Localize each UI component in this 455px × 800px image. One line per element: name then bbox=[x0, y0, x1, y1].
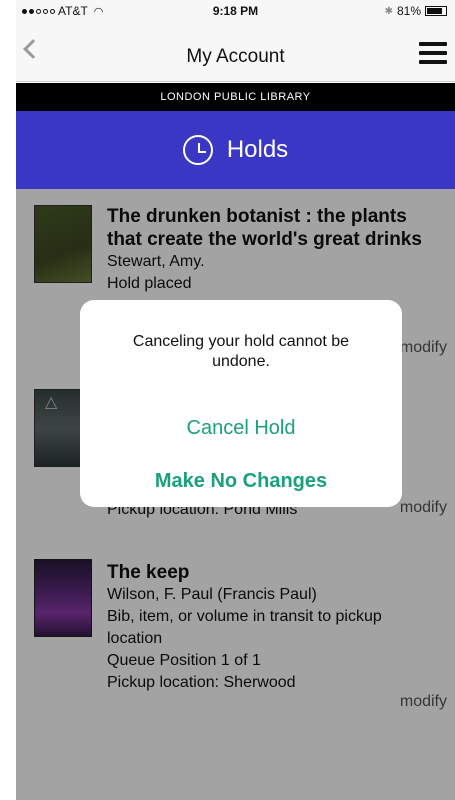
battery-percent: 81% bbox=[396, 4, 421, 18]
page-title: My Account bbox=[186, 46, 285, 67]
status-right: ✱ 81% bbox=[385, 4, 447, 18]
bluetooth-icon: ✱ bbox=[384, 5, 393, 17]
hamburger-menu-icon[interactable] bbox=[419, 42, 447, 64]
alert-message-line: Canceling your hold cannot be bbox=[132, 333, 350, 350]
battery-icon bbox=[425, 6, 447, 16]
alert-message-line: undone. bbox=[212, 353, 270, 370]
battery-fill bbox=[427, 8, 442, 14]
alert-message: Canceling your hold cannot be undone. bbox=[102, 332, 380, 372]
app-screen: AT&T ◠ 9:18 PM ✱ 81% My Account LONDON P… bbox=[16, 0, 455, 800]
status-bar: AT&T ◠ 9:18 PM ✱ 81% bbox=[16, 0, 455, 22]
make-no-changes-button[interactable]: Make No Changes bbox=[80, 461, 402, 501]
section-title: Holds bbox=[226, 136, 289, 163]
clock-icon bbox=[182, 135, 213, 165]
cancel-hold-button[interactable]: Cancel Hold bbox=[80, 408, 402, 448]
navigation-bar: My Account bbox=[16, 22, 455, 82]
holds-header: Holds bbox=[16, 111, 455, 189]
library-banner: LONDON PUBLIC LIBRARY bbox=[16, 83, 455, 111]
cancel-hold-alert: Canceling your hold cannot be undone. Ca… bbox=[80, 300, 402, 507]
